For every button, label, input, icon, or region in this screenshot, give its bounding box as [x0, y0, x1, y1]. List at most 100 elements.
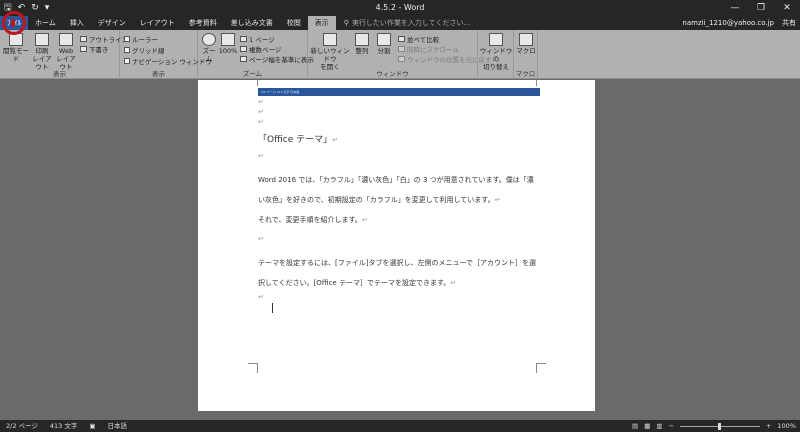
reset-window-icon [398, 56, 405, 62]
group-label-window: ウィンドウ [376, 70, 409, 78]
tab-mailings[interactable]: 差し込み文書 [224, 16, 280, 30]
tab-view[interactable]: 表示 [307, 16, 336, 30]
paragraph-mark: ↵ [258, 152, 264, 160]
status-right: ▤ ▦ ▥ − + 100% [632, 420, 796, 432]
close-button[interactable]: ✕ [774, 0, 800, 16]
window-title: 4.5.2 - Word [375, 3, 425, 12]
paragraph-1-line-2[interactable]: い灰色」を好きので、初期設定の「カラフル」を変更して利用しています。↵ [258, 195, 500, 205]
account-area: namzii_1210@yahoo.co.jp 共有 [682, 16, 796, 30]
page-count[interactable]: 2/2 ページ [6, 420, 38, 432]
tab-review[interactable]: 校閲 [280, 16, 308, 30]
account-email[interactable]: namzii_1210@yahoo.co.jp [682, 16, 774, 30]
tab-design[interactable]: デザイン [91, 16, 133, 30]
read-mode-view-icon[interactable]: ▤ [632, 422, 638, 430]
sync-scroll-icon [398, 46, 405, 52]
crop-mark-top-right [536, 80, 546, 86]
group-show: ルーラー グリッド線 ナビゲーション ウィンドウ 表示 [120, 30, 212, 79]
paragraph-2[interactable]: それで、変更手順を紹介します。↵ [258, 215, 368, 225]
switch-windows-button[interactable]: ウィンドウの 切り替え [479, 33, 513, 71]
outline-icon [80, 36, 87, 42]
switch-windows-icon [489, 33, 503, 46]
group-window: 新しいウィンドウ を開く 整列 分割 並べて比較 同時にスクロール ウィンドウの… [308, 30, 492, 79]
web-layout-button[interactable]: Web レイアウト [54, 33, 78, 71]
zoom-100-icon [221, 33, 235, 46]
ruler-check [124, 36, 130, 42]
text-cursor [272, 303, 273, 313]
new-window-icon [323, 33, 337, 46]
paragraph-3-line-2[interactable]: 択してください。[Office テーマ］でテーマを設定できます。↵ [258, 278, 456, 288]
customize-qat-icon[interactable]: ▾ [45, 0, 50, 16]
lightbulb-icon: ⚲ [343, 19, 349, 27]
zoom-level[interactable]: 100% [777, 422, 796, 430]
tab-home[interactable]: ホーム [28, 16, 63, 30]
zoom-slider-thumb[interactable] [718, 422, 722, 430]
magnifier-icon [202, 33, 216, 46]
word-count[interactable]: 413 文字 [50, 420, 77, 432]
restore-button[interactable]: ❐ [748, 0, 774, 16]
multi-page-button[interactable]: 複数ページ [240, 44, 281, 54]
embedded-status-text: 2/2 ページ 413 文字 日本語 [261, 90, 300, 94]
window-controls: — ❐ ✕ [722, 0, 800, 16]
tell-me-placeholder: 実行したい作業を入力してください... [351, 19, 471, 27]
paragraph-mark: ↵ [258, 98, 264, 106]
group-switch: ウィンドウの 切り替え [478, 30, 514, 79]
paragraph-3-line-1[interactable]: テーマを設定するには、[ファイル]タブを選択し、左側のメニューで［アカウント］を… [258, 258, 536, 268]
minimize-button[interactable]: — [722, 0, 748, 16]
macros-icon [519, 33, 533, 46]
paragraph-mark: ↵ [258, 293, 264, 301]
page-width-button[interactable]: ページ幅を基準に表示 [240, 54, 314, 64]
split-icon [377, 33, 391, 46]
ribbon-tabs: ﾌｧｲﾙ ホーム 挿入 デザイン レイアウト 参考資料 差し込み文書 校閲 表示… [0, 16, 800, 30]
new-window-button[interactable]: 新しいウィンドウ を開く [310, 33, 350, 71]
redo-icon[interactable]: ↻ [31, 0, 39, 16]
proofing-icon[interactable]: ▣ [89, 420, 95, 432]
ribbon-view: 閲覧モード 印刷 レイアウト Web レイアウト アウトライン 下書き 表示 ル… [0, 30, 800, 79]
print-layout-view-icon[interactable]: ▦ [644, 422, 650, 430]
tab-references[interactable]: 参考資料 [182, 16, 224, 30]
document-page[interactable]: 2/2 ページ 413 文字 日本語 ↵ ↵ ↵ 「Office テーマ」↵ ↵… [198, 80, 595, 411]
heading-office-theme[interactable]: 「Office テーマ」↵ [258, 132, 338, 145]
share-button[interactable]: 共有 [782, 16, 796, 30]
tab-layout[interactable]: レイアウト [133, 16, 182, 30]
document-canvas[interactable]: 2/2 ページ 413 文字 日本語 ↵ ↵ ↵ 「Office テーマ」↵ ↵… [0, 80, 800, 420]
nav-pane-check [124, 58, 130, 64]
one-page-button[interactable]: 1 ページ [240, 34, 275, 44]
split-button[interactable]: 分割 [374, 33, 394, 55]
zoom-slider[interactable] [679, 422, 760, 430]
zoom-100-button[interactable]: 100% [218, 33, 238, 55]
gridlines-checkbox[interactable]: グリッド線 [124, 45, 165, 55]
sync-scroll-button[interactable]: 同時にスクロール [398, 44, 459, 54]
zoom-out-button[interactable]: − [669, 422, 674, 430]
zoom-in-button[interactable]: + [766, 422, 771, 430]
embedded-screenshot: 2/2 ページ 413 文字 日本語 [258, 88, 540, 96]
paragraph-mark: ↵ [258, 235, 264, 243]
ruler-checkbox[interactable]: ルーラー [124, 34, 158, 44]
group-label-macros: マクロ [515, 70, 536, 78]
tell-me-box[interactable]: ⚲ 実行したい作業を入力してください... [344, 16, 470, 30]
zoom-button[interactable]: ズーム [200, 33, 218, 63]
paragraph-mark: ↵ [258, 108, 264, 116]
tab-insert[interactable]: 挿入 [63, 16, 91, 30]
title-bar: 🖫 ↶ ↻ ▾ 4.5.2 - Word — ❐ ✕ [0, 0, 800, 16]
multi-page-icon [240, 46, 247, 52]
group-label-show: 表示 [152, 70, 165, 78]
group-label-zoom: ズーム [242, 70, 263, 78]
crop-mark-top-left [248, 80, 258, 86]
macros-button[interactable]: マクロ [515, 33, 537, 55]
group-label-views: 表示 [53, 70, 66, 78]
read-mode-button[interactable]: 閲覧モード [2, 33, 30, 63]
crop-mark-bottom-right [536, 363, 546, 373]
gridlines-check [124, 47, 130, 53]
paragraph-mark: ↵ [258, 118, 264, 126]
draft-button[interactable]: 下書き [80, 44, 109, 54]
arrange-all-button[interactable]: 整列 [352, 33, 372, 55]
draft-icon [80, 46, 87, 52]
print-layout-button[interactable]: 印刷 レイアウト [32, 33, 52, 71]
side-by-side-button[interactable]: 並べて比較 [398, 34, 439, 44]
status-bar: 2/2 ページ 413 文字 ▣ 日本語 ▤ ▦ ▥ − + 100% [0, 420, 800, 432]
arrange-icon [355, 33, 369, 46]
group-zoom: ズーム 100% 1 ページ 複数ページ ページ幅を基準に表示 ズーム [198, 30, 314, 79]
language-indicator[interactable]: 日本語 [108, 420, 128, 432]
web-layout-view-icon[interactable]: ▥ [656, 422, 662, 430]
paragraph-1-line-1[interactable]: Word 2016 では、「カラフル」「濃い灰色」「白」の 3 つが用意されてい… [258, 175, 534, 185]
